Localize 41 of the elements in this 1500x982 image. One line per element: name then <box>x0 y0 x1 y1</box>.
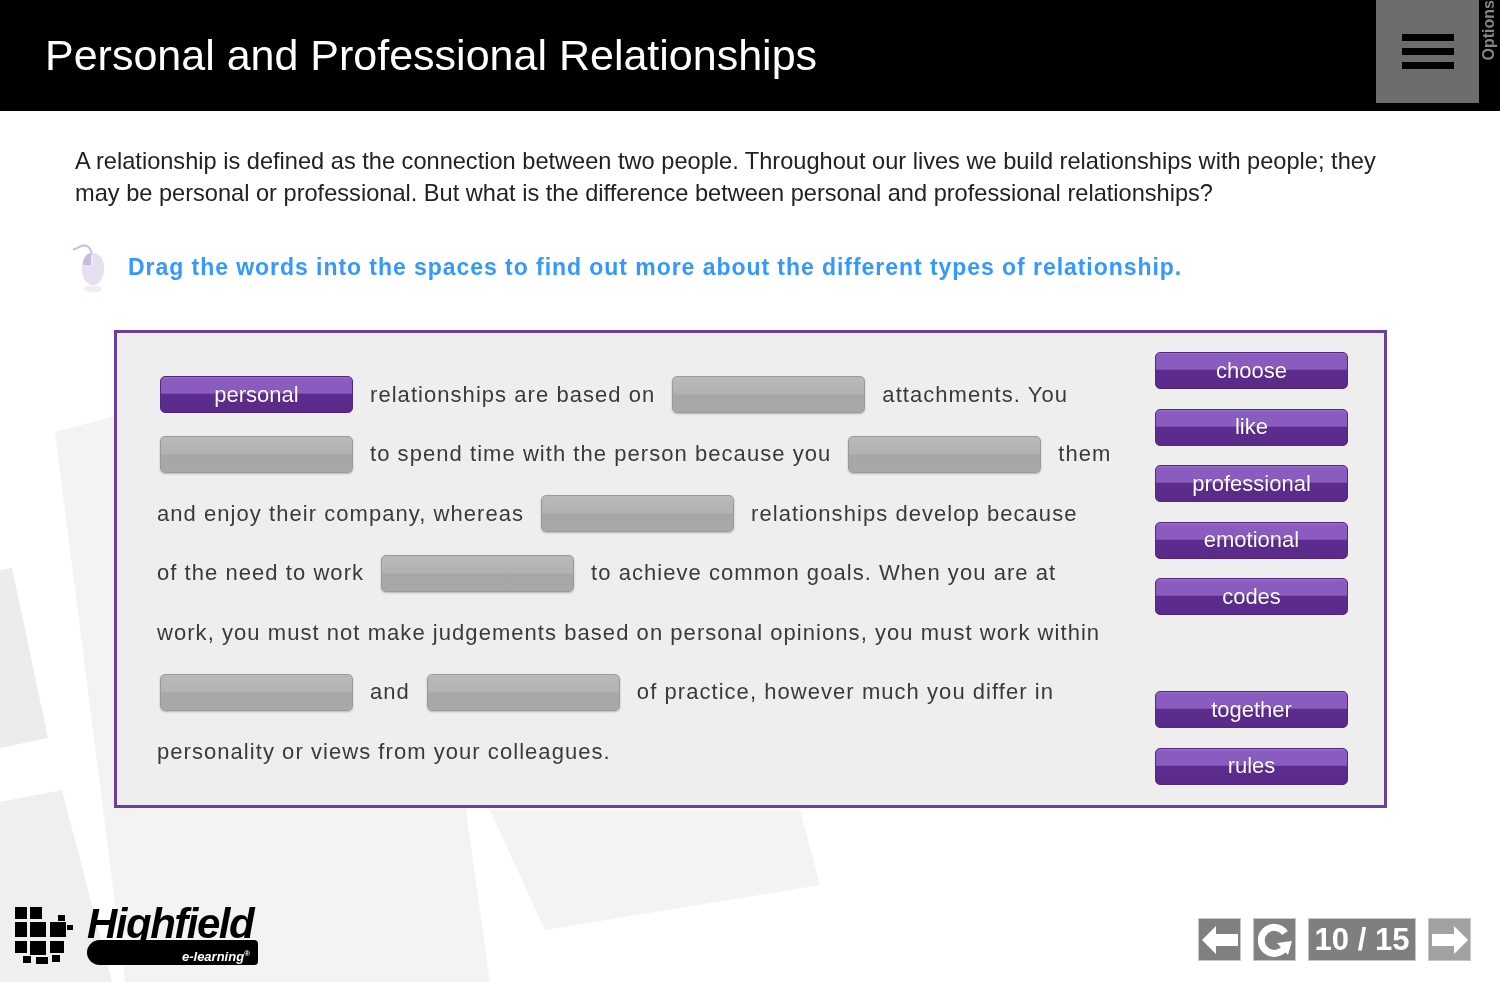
options-label[interactable]: Options <box>1480 0 1498 61</box>
passage-text: attachments. You <box>882 381 1068 408</box>
instruction-text: Drag the words into the spaces to find out more about the different types of relationship. <box>128 253 1183 281</box>
drop-slot[interactable] <box>672 376 866 414</box>
drop-slot[interactable] <box>541 495 735 533</box>
logo-tagline: e-learning$^{®}$ <box>87 940 258 965</box>
word-chip[interactable]: like <box>1155 408 1348 446</box>
word-chip[interactable]: professional <box>1155 465 1348 502</box>
page-title: Personal and Professional Relationships <box>44 31 819 80</box>
drop-slot[interactable] <box>160 435 353 473</box>
word-chip[interactable]: codes <box>1155 578 1348 615</box>
passage-text: of the need to work <box>157 560 365 587</box>
passage-text: and <box>370 679 410 706</box>
arrow-right-icon <box>1431 925 1468 954</box>
drop-slot[interactable] <box>848 435 1042 473</box>
passage-text: them <box>1058 441 1112 468</box>
menu-button[interactable] <box>1376 0 1479 103</box>
word-chip[interactable]: personal <box>160 376 353 414</box>
replay-button[interactable] <box>1253 918 1296 961</box>
arrow-left-icon <box>1201 925 1238 954</box>
word-chip[interactable]: rules <box>1155 747 1348 785</box>
drop-slot[interactable] <box>381 554 575 592</box>
passage-text: relationships are based on <box>370 381 656 408</box>
word-chip[interactable]: choose <box>1155 352 1348 389</box>
back-button[interactable] <box>1198 918 1241 961</box>
passage-text: work, you must not make judgements based on personal opinions, you must work within <box>157 619 1101 646</box>
drop-slot[interactable] <box>160 673 353 711</box>
passage-text: to achieve common goals. When you are at <box>591 560 1057 587</box>
logo-grid-icon <box>14 905 73 964</box>
intro-paragraph: A relationship is defined as the connection between two people. Throughout our lives we build relationships with people; they may be personal or professional. But what is the difference between personal and professional relationships? <box>75 147 1377 208</box>
passage-text: of practice, however much you differ in <box>636 679 1055 706</box>
word-chip[interactable]: emotional <box>1155 521 1348 559</box>
page-counter: 10 / 15 <box>1308 918 1416 961</box>
menu-icon <box>1401 34 1454 69</box>
word-chip[interactable]: together <box>1155 691 1348 728</box>
refresh-icon <box>1257 922 1292 957</box>
passage-text: to spend time with the person because you <box>370 441 832 468</box>
passage-text: personality or views from your colleagues. <box>157 738 611 765</box>
passage-text: and enjoy their company, whereas <box>157 500 525 527</box>
passage-text: relationships develop because <box>751 500 1078 527</box>
drop-slot[interactable] <box>426 673 620 711</box>
